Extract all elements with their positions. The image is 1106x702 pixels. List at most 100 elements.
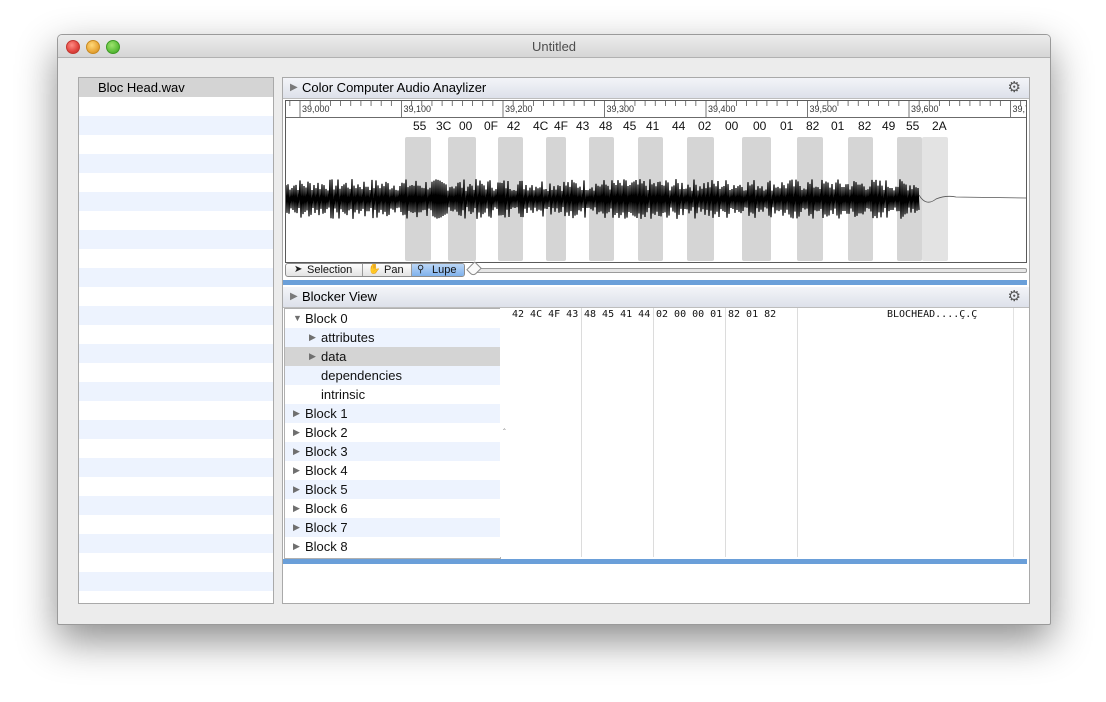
blocker-title: Blocker View [302,289,377,304]
byte-label: 44 [672,119,686,133]
column-divider [653,308,654,557]
block-outline[interactable]: ▼ Block 0 ▶ attributes ▶ data dependencies intr… [284,308,501,559]
zoom-slider-track[interactable] [475,268,1027,273]
waveform-signal [286,179,920,219]
tree-row-label: Block 2 [305,425,348,440]
tool-segmented-control: ➤ Selection ✋ Pan ⚲ Lupe [285,263,465,277]
app-window: Untitled Bloc Head.wav ▶ Color Computer … [57,34,1051,625]
window-title: Untitled [531,39,577,54]
ruler-label: 39,300 [606,104,635,114]
disclosure-triangle-icon[interactable]: ▶ [293,518,300,537]
audio-waveform [286,179,1026,219]
ruler-label: 39,400 [708,104,736,114]
waveform-view[interactable]: 39,000 39,100 39,200 39,300 39,400 39,500 39,6… [285,100,1027,263]
file-item[interactable]: Bloc Head.wav [79,78,273,97]
column-divider [797,308,798,557]
gear-icon[interactable]: ⚙ [1008,78,1021,98]
tree-block-row[interactable]: ▼ Block 0 [285,309,500,328]
ascii-column: BLOCHEAD....Ç.Ç [887,309,978,320]
disclosure-triangle-icon[interactable]: ▶ [293,442,300,461]
tree-block-row[interactable]: ▶ Block 2 [285,423,500,442]
tree-block-row[interactable]: ▶ Block 8 [285,537,500,556]
disclosure-triangle-icon[interactable]: ▶ [293,423,300,442]
lupe-tool-button[interactable]: ⚲ Lupe [412,264,464,276]
analyzer-header[interactable]: ▶ Color Computer Audio Anaylizer ⚙ [283,78,1029,99]
byte-label: 02 [698,119,712,133]
tree-block-row[interactable]: ▶ Block 6 [285,499,500,518]
byte-label: 45 [623,119,637,133]
byte-label: 4F [554,119,569,133]
disclosure-triangle-icon[interactable]: ▶ [309,328,316,347]
tree-row-label: Block 8 [305,539,348,554]
tree-block-row[interactable]: ▶ Block 3 [285,442,500,461]
disclosure-triangle-icon[interactable]: ▶ [290,287,298,307]
lupe-tool-label: Lupe [432,264,457,276]
disclosure-triangle-icon[interactable]: ▶ [293,461,300,480]
disclosure-triangle-icon[interactable]: ▶ [293,480,300,499]
tree-row-label: Block 5 [305,482,348,497]
tool-bar: ➤ Selection ✋ Pan ⚲ Lupe [285,261,1027,277]
tree-row-label: data [321,349,347,364]
byte-labels: 55 3C 00 0F 42 4C 4F 43 48 45 41 44 02 00 00 01 82 01 82 49… [286,119,1026,135]
file-list-stripes [79,78,273,603]
tree-block-row[interactable]: ▶ Block 5 [285,480,500,499]
tree-block-row[interactable]: ▶ Block 1 [285,404,500,423]
zoom-slider-knob[interactable] [466,261,482,277]
byte-label: 82 [806,119,820,133]
disclosure-triangle-icon[interactable]: ▶ [293,537,300,556]
tree-row-label: Block 3 [305,444,348,459]
byte-label: 2A [932,119,947,133]
selection-tool-button[interactable]: ➤ Selection [286,264,363,276]
tree-row-label: intrinsic [321,387,366,402]
disclosure-triangle-icon[interactable]: ▼ [293,309,302,328]
bottom-divider[interactable] [283,559,1027,564]
pan-tool-button[interactable]: ✋ Pan [363,264,412,276]
hex-scroll-divider [1013,308,1014,557]
hex-group: 82 01 82 [728,309,777,320]
hex-group: 42 4C 4F 43 [512,309,579,320]
byte-label: 41 [646,119,660,133]
magnifier-icon: ⚲ [417,264,425,275]
hex-group: 48 45 41 44 [584,309,651,320]
tree-row-label: Block 4 [305,463,348,478]
byte-label: 82 [858,119,872,133]
byte-label: 4C [533,119,549,133]
disclosure-triangle-icon[interactable]: ▶ [293,404,300,423]
file-list[interactable]: Bloc Head.wav [78,77,274,604]
byte-label: 01 [831,119,845,133]
tree-child-row[interactable]: ▶ data [285,347,500,366]
ruler-label: 39,200 [505,104,533,114]
tree-row-label: Block 0 [305,311,348,326]
ruler-label: 39,600 [911,104,939,114]
byte-label: 49 [882,119,896,133]
title-bar: Untitled [58,35,1050,58]
hex-view[interactable]: 42 4C 4F 43 48 45 41 44 02 00 00 01 82 0… [500,308,1028,557]
byte-label: 00 [753,119,767,133]
disclosure-triangle-icon[interactable]: ▶ [309,347,316,366]
byte-label: 48 [599,119,613,133]
ruler-label: 39,700 [1012,104,1027,114]
hex-group: 02 00 00 01 [656,309,723,320]
ruler-label: 39,000 [302,104,330,114]
tree-block-row[interactable]: ▶ Block 7 [285,518,500,537]
tree-row-label: attributes [321,330,375,345]
tree-row-label: Block 7 [305,520,348,535]
tree-block-row[interactable]: ▶ Block 4 [285,461,500,480]
waveform-tail [918,194,1026,203]
byte-label: 43 [576,119,590,133]
byte-label: 00 [725,119,739,133]
gear-icon[interactable]: ⚙ [1008,287,1021,307]
byte-label: 42 [507,119,521,133]
byte-label: 0F [484,119,499,133]
tree-row-label: Block 1 [305,406,348,421]
disclosure-triangle-icon[interactable]: ▶ [293,499,300,518]
tree-row-label: dependencies [321,368,402,383]
tree-child-row[interactable]: dependencies [285,366,500,385]
blocker-header[interactable]: ▶ Blocker View ⚙ [283,287,1029,308]
disclosure-triangle-icon[interactable]: ▶ [290,78,298,98]
hand-icon: ✋ [368,264,381,275]
tree-child-row[interactable]: intrinsic [285,385,500,404]
ruler-label: 39,100 [403,104,432,114]
split-divider[interactable] [283,280,1027,285]
tree-child-row[interactable]: ▶ attributes [285,328,500,347]
